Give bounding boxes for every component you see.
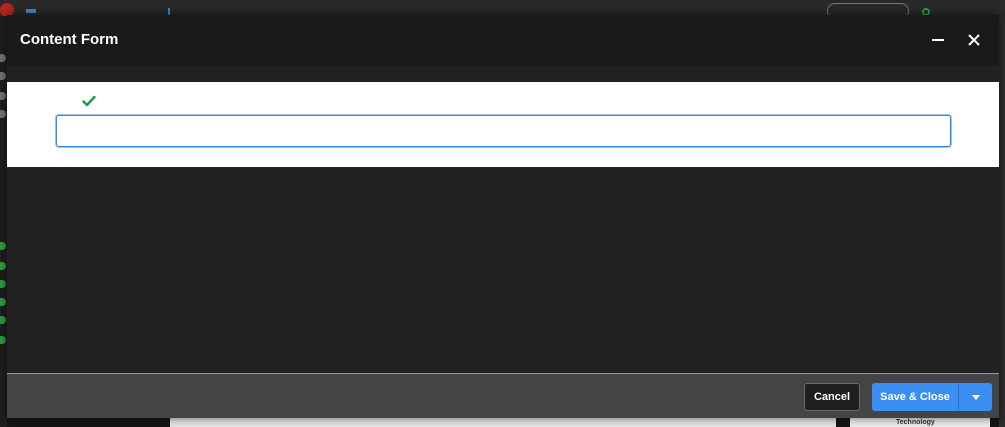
minimize-icon bbox=[932, 39, 944, 41]
content-input[interactable] bbox=[56, 115, 951, 147]
background-sidebar-dot bbox=[0, 336, 6, 344]
save-and-close-button[interactable]: Save & Close bbox=[872, 383, 958, 411]
minimize-button[interactable] bbox=[927, 29, 949, 51]
background-sidebar-dot bbox=[0, 316, 6, 324]
background-content-strip bbox=[170, 418, 836, 427]
close-button[interactable] bbox=[963, 29, 985, 51]
background-menu-icon bbox=[26, 9, 36, 13]
background-card-label: Technology bbox=[896, 419, 935, 426]
background-sidebar-dot bbox=[0, 262, 6, 270]
modal-header: Content Form bbox=[7, 15, 999, 66]
background-right-panel bbox=[999, 16, 1005, 427]
content-form-modal: Content Form Cancel Save & Close bbox=[7, 15, 999, 418]
caret-down-icon bbox=[972, 395, 980, 400]
modal-title: Content Form bbox=[20, 31, 119, 48]
save-options-dropdown[interactable] bbox=[958, 383, 992, 411]
background-sidebar-dot bbox=[0, 298, 6, 306]
background-sidebar-dot bbox=[0, 72, 6, 80]
background-sidebar-dot bbox=[0, 92, 6, 100]
background-sidebar-dot bbox=[0, 110, 6, 118]
modal-footer: Cancel Save & Close bbox=[7, 373, 999, 418]
background-left-sidebar bbox=[0, 16, 7, 427]
form-body bbox=[7, 82, 999, 167]
cancel-button[interactable]: Cancel bbox=[804, 383, 860, 411]
background-sidebar-dot bbox=[0, 280, 6, 288]
close-icon bbox=[968, 34, 980, 46]
check-icon bbox=[82, 95, 96, 107]
background-sidebar-dot bbox=[0, 54, 6, 62]
background-sidebar-dot bbox=[0, 242, 6, 250]
